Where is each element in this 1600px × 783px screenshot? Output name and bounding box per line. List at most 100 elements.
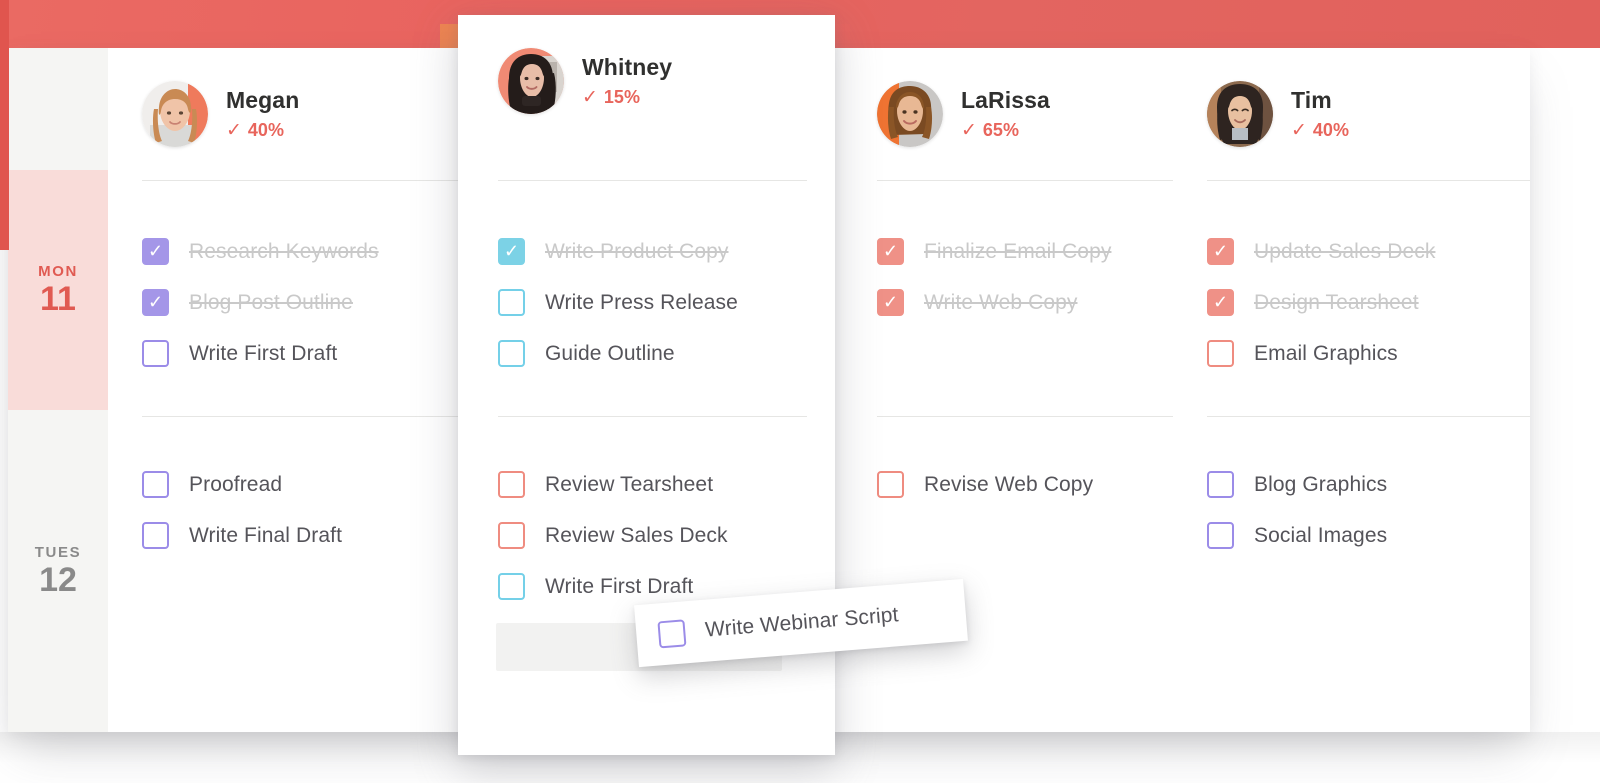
check-icon: ✓ [147, 240, 164, 261]
checkbox-unchecked[interactable] [498, 522, 525, 549]
checkbox-unchecked[interactable] [498, 289, 525, 316]
checkbox-checked[interactable]: ✓ [142, 238, 169, 265]
task-label: Review Sales Deck [545, 523, 728, 547]
task-label: Write First Draft [545, 574, 694, 598]
user-progress-megan: ✓ 40% [226, 120, 299, 141]
task-label: Blog Post Outline [189, 290, 353, 314]
checkbox-unchecked[interactable] [877, 471, 904, 498]
date-cell-tues[interactable]: TUES 12 [8, 410, 108, 732]
tasks-tim-tues: Blog Graphics Social Images [1207, 459, 1520, 561]
checkbox-unchecked[interactable] [142, 471, 169, 498]
column-header-larissa: LaRissa ✓ 65% [843, 48, 1173, 180]
task-label: Social Images [1254, 523, 1388, 547]
avatar-tim-image [1207, 81, 1273, 147]
user-progress-larissa: ✓ 65% [961, 120, 1050, 141]
checkbox-checked[interactable]: ✓ [142, 289, 169, 316]
user-info-megan: Megan ✓ 40% [226, 87, 299, 141]
user-name-megan: Megan [226, 86, 300, 113]
avatar-whitney[interactable] [498, 48, 564, 114]
check-icon: ✓ [882, 240, 899, 261]
task-row[interactable]: ✓ Write Web Copy [877, 277, 1163, 328]
task-label: Review Tearsheet [545, 472, 714, 496]
check-icon: ✓ [961, 120, 977, 142]
check-icon: ✓ [147, 291, 164, 312]
user-name-larissa: LaRissa [961, 86, 1050, 113]
task-label: Blog Graphics [1254, 472, 1388, 496]
task-row[interactable]: ✓ Research Keywords [142, 226, 456, 277]
user-name-whitney: Whitney [582, 53, 673, 80]
check-icon: ✓ [1212, 240, 1229, 261]
checkbox-unchecked[interactable] [498, 471, 525, 498]
task-label: Write Web Copy [924, 290, 1078, 314]
checkbox-checked[interactable]: ✓ [1207, 238, 1234, 265]
column-megan: Megan ✓ 40% ✓ Research Keywords ✓ Blog P… [108, 48, 466, 732]
user-progress-tim: ✓ 40% [1291, 120, 1349, 141]
checkbox-unchecked[interactable] [1207, 340, 1234, 367]
task-label: Write Product Copy [545, 239, 729, 263]
header-divider [498, 180, 807, 181]
checkbox-unchecked[interactable] [1207, 522, 1234, 549]
checkbox-checked[interactable]: ✓ [877, 238, 904, 265]
task-row[interactable]: Email Graphics [1207, 328, 1520, 379]
checkbox-unchecked[interactable] [142, 340, 169, 367]
user-percent-tim: 40% [1312, 120, 1349, 141]
header-divider [1207, 180, 1530, 181]
user-info-larissa: LaRissa ✓ 65% [961, 87, 1050, 141]
checkbox-unchecked[interactable] [498, 573, 525, 600]
avatar-larissa[interactable] [877, 81, 943, 147]
task-label: Revise Web Copy [924, 472, 1094, 496]
date-cell-mon[interactable]: MON 11 [8, 170, 108, 410]
user-info-tim: Tim ✓ 40% [1291, 87, 1349, 141]
task-row[interactable]: ✓ Update Sales Deck [1207, 226, 1520, 277]
day-divider [877, 416, 1173, 417]
task-row[interactable]: ✓ Design Tearsheet [1207, 277, 1520, 328]
task-row[interactable]: ✓ Write Product Copy [498, 226, 815, 277]
checkbox-checked[interactable]: ✓ [877, 289, 904, 316]
avatar-megan[interactable] [142, 81, 208, 147]
tasks-tim-mon: ✓ Update Sales Deck ✓ Design Tearsheet E… [1207, 226, 1520, 379]
task-label: Finalize Email Copy [924, 239, 1112, 263]
date-dow-tues: TUES [34, 543, 82, 561]
checkbox-unchecked[interactable] [142, 522, 169, 549]
user-percent-whitney: 15% [603, 87, 640, 108]
task-row[interactable]: Review Sales Deck [498, 510, 815, 561]
column-tim: Tim ✓ 40% ✓ Update Sales Deck ✓ Design T… [1173, 48, 1530, 732]
check-icon: ✓ [1212, 291, 1229, 312]
dragged-task-label: Write Webinar Script [704, 603, 900, 642]
task-row[interactable]: ✓ Finalize Email Copy [877, 226, 1163, 277]
checkbox-unchecked[interactable] [498, 340, 525, 367]
date-dow-mon: MON [38, 262, 78, 280]
checkbox-unchecked[interactable] [1207, 471, 1234, 498]
task-row[interactable]: Proofread [142, 459, 456, 510]
check-icon: ✓ [503, 240, 520, 261]
column-header-whitney: Whitney ✓ 15% [458, 15, 835, 147]
task-label: Guide Outline [545, 341, 675, 365]
task-row[interactable]: Write First Draft [142, 328, 456, 379]
task-row[interactable]: Review Tearsheet [498, 459, 815, 510]
avatar-tim[interactable] [1207, 81, 1273, 147]
task-label: Write Press Release [545, 290, 738, 314]
task-row[interactable]: Revise Web Copy [877, 459, 1163, 510]
task-row[interactable]: Write Final Draft [142, 510, 456, 561]
task-row[interactable]: Write Press Release [498, 277, 815, 328]
avatar-whitney-image [498, 48, 564, 114]
tasks-larissa-mon: ✓ Finalize Email Copy ✓ Write Web Copy [877, 226, 1163, 328]
tasks-larissa-tues: Revise Web Copy [877, 459, 1163, 510]
checkbox-checked[interactable]: ✓ [1207, 289, 1234, 316]
tasks-megan-tues: Proofread Write Final Draft [142, 459, 456, 561]
checkbox-unchecked[interactable] [657, 618, 687, 648]
checkbox-checked[interactable]: ✓ [498, 238, 525, 265]
date-num-tues: 12 [39, 560, 77, 599]
avatar-megan-image [142, 81, 208, 147]
task-row[interactable]: Blog Graphics [1207, 459, 1520, 510]
column-header-tim: Tim ✓ 40% [1173, 48, 1530, 180]
task-row[interactable]: Guide Outline [498, 328, 815, 379]
header-divider [877, 180, 1173, 181]
check-icon: ✓ [582, 87, 598, 109]
avatar-larissa-image [877, 81, 943, 147]
task-row[interactable]: ✓ Blog Post Outline [142, 277, 456, 328]
task-row[interactable]: Social Images [1207, 510, 1520, 561]
day-divider [142, 416, 466, 417]
task-label: Email Graphics [1254, 341, 1398, 365]
day-divider [498, 416, 807, 417]
